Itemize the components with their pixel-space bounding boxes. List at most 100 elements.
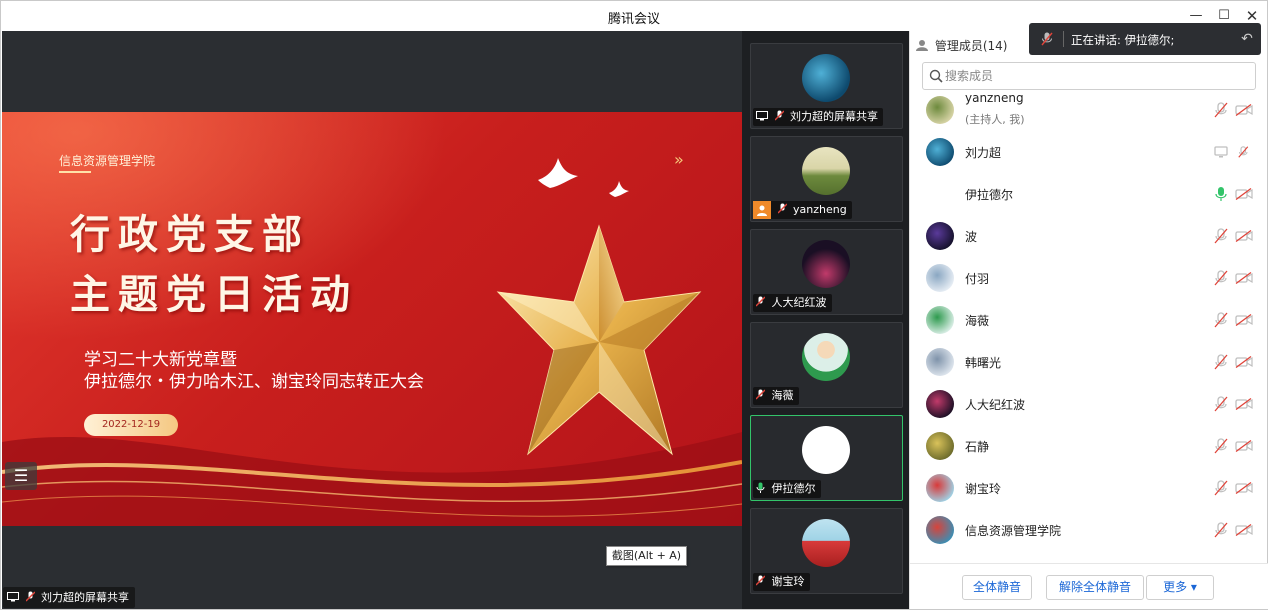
screenshot-tooltip: 截图(Alt + A)	[606, 546, 687, 566]
mic-muted-icon[interactable]	[1214, 312, 1228, 328]
dove-icon	[609, 181, 629, 197]
member-row[interactable]: 信息资源管理学院	[910, 509, 1268, 551]
video-tile[interactable]: 谢宝玲	[750, 508, 903, 594]
mic-muted-icon	[774, 110, 784, 121]
video-tile-label: 刘力超的屏幕共享	[753, 108, 883, 126]
speaking-text: 正在讲话: 伊拉德尔;	[1071, 33, 1175, 47]
mic-muted-icon[interactable]	[1235, 146, 1253, 158]
member-search-box[interactable]	[922, 62, 1256, 90]
member-row[interactable]: 石静	[910, 425, 1268, 467]
camera-off-icon[interactable]	[1235, 523, 1253, 537]
camera-off-icon[interactable]	[1235, 439, 1253, 453]
member-search-input[interactable]	[945, 67, 1245, 85]
mic-muted-icon	[25, 591, 35, 602]
mic-muted-icon[interactable]	[1214, 522, 1228, 538]
screen-share-icon	[756, 111, 768, 121]
camera-off-icon[interactable]	[1235, 355, 1253, 369]
video-tile[interactable]: 人大纪红波	[750, 229, 903, 315]
mic-muted-icon[interactable]	[1214, 396, 1228, 412]
avatar	[802, 147, 850, 195]
more-button[interactable]: 更多 ▾	[1146, 575, 1214, 600]
shared-screen-stage[interactable]: 信息资源管理学院 行政党支部 主题党日活动 学习二十大新党章暨 伊拉德尔・伊力哈…	[2, 31, 742, 609]
mic-active-icon	[756, 482, 765, 493]
avatar	[926, 432, 954, 460]
list-menu-icon[interactable]: ☰	[5, 462, 37, 490]
slide-title-line2: 主题党日活动	[70, 271, 358, 318]
member-row[interactable]: 谢宝玲	[910, 467, 1268, 509]
mic-muted-icon	[777, 203, 787, 214]
avatar	[926, 306, 954, 334]
avatar	[802, 333, 850, 381]
member-name: 石静	[965, 440, 990, 454]
video-tile-label: 海薇	[753, 387, 799, 405]
meeting-window: 腾讯会议 — ☐ ✕ 信息资源管理学院 行政党支部 主题党日活动 学习二十大新党…	[0, 0, 1268, 610]
camera-off-icon[interactable]	[1235, 271, 1253, 285]
member-name: 韩曙光	[965, 356, 1002, 370]
screen-share-icon	[7, 592, 19, 602]
avatar	[802, 240, 850, 288]
camera-off-icon[interactable]	[1235, 313, 1253, 327]
mic-muted-icon	[755, 296, 766, 307]
mic-muted-icon	[755, 575, 766, 586]
video-tile[interactable]: yanzheng	[750, 136, 903, 222]
camera-off-icon[interactable]	[1235, 481, 1253, 495]
slide-school-name: 信息资源管理学院	[59, 154, 156, 168]
avatar	[802, 426, 850, 474]
members-panel: 管理成员(14) yanzheng (主持人, 我) 刘力超伊拉德尔波付羽海薇韩曙光…	[909, 31, 1268, 609]
participant-name: 刘力超的屏幕共享	[790, 110, 878, 123]
camera-off-icon[interactable]	[1235, 187, 1253, 201]
screen-share-label: 刘力超的屏幕共享	[3, 587, 135, 608]
mic-muted-icon[interactable]	[1214, 102, 1228, 118]
video-tile-label: 伊拉德尔	[753, 480, 821, 498]
video-tile[interactable]: 刘力超的屏幕共享	[750, 43, 903, 129]
mic-muted-icon[interactable]	[1214, 228, 1228, 244]
member-row[interactable]: yanzheng (主持人, 我)	[910, 95, 1268, 131]
camera-off-icon[interactable]	[1235, 229, 1253, 243]
screen-share-icon[interactable]	[1214, 144, 1228, 160]
avatar	[802, 519, 850, 567]
video-tiles-column: 刘力超的屏幕共享 yanzheng 人大纪红波 海薇 伊拉德尔 谢宝玲	[742, 31, 909, 609]
camera-off-icon[interactable]	[1235, 397, 1253, 411]
video-tile[interactable]: 海薇	[750, 322, 903, 408]
slide-title-line1: 行政党支部	[70, 211, 310, 258]
member-name: 付羽	[965, 272, 990, 286]
camera-off-icon[interactable]	[1235, 103, 1253, 117]
member-row[interactable]: 伊拉德尔	[910, 173, 1268, 215]
member-row[interactable]: 付羽	[910, 257, 1268, 299]
member-row[interactable]: 海薇	[910, 299, 1268, 341]
video-tile-label: 人大纪红波	[753, 294, 832, 312]
slide-subtitle-line2: 伊拉德尔・伊力哈木江、谢宝玲同志转正大会	[84, 372, 424, 392]
member-list[interactable]: yanzheng (主持人, 我) 刘力超伊拉德尔波付羽海薇韩曙光人大纪红波石静谢宝…	[910, 95, 1268, 565]
member-row[interactable]: 韩曙光	[910, 341, 1268, 383]
mic-active-icon[interactable]	[1214, 186, 1228, 202]
slide-school-underline	[59, 171, 91, 173]
star-emblem-icon	[496, 224, 702, 456]
chevrons-decoration: »	[674, 150, 684, 169]
mic-muted-icon[interactable]	[1214, 438, 1228, 454]
member-name: 刘力超	[965, 146, 1002, 160]
members-header: 管理成员(14)	[916, 37, 1007, 53]
avatar	[926, 222, 954, 250]
video-tile-active-speaker[interactable]: 伊拉德尔	[750, 415, 903, 501]
members-count-title: 管理成员(14)	[934, 39, 1008, 53]
unmute-all-button[interactable]: 解除全体静音	[1046, 575, 1144, 600]
member-name: 波	[965, 230, 978, 244]
undo-arrow-icon[interactable]: ↶	[1237, 29, 1257, 49]
member-row[interactable]: 人大纪红波	[910, 383, 1268, 425]
video-tile-label: 谢宝玲	[753, 573, 810, 591]
mute-all-button[interactable]: 全体静音	[962, 575, 1032, 600]
member-row[interactable]: 波	[910, 215, 1268, 257]
video-tile-label: yanzheng	[753, 201, 852, 219]
mic-muted-icon[interactable]	[1214, 270, 1228, 286]
mic-muted-icon	[755, 389, 766, 400]
participant-name: 海薇	[771, 389, 794, 402]
slide-date-badge: 2022-12-19	[84, 414, 178, 436]
mic-muted-icon[interactable]	[1214, 480, 1228, 496]
avatar	[926, 516, 954, 544]
avatar	[802, 54, 850, 102]
avatar	[926, 180, 954, 208]
member-row[interactable]: 刘力超	[910, 131, 1268, 173]
participant-name: 人大纪红波	[771, 296, 827, 309]
speaking-indicator: 正在讲话: 伊拉德尔; ↶	[1029, 23, 1261, 55]
mic-muted-icon[interactable]	[1214, 354, 1228, 370]
